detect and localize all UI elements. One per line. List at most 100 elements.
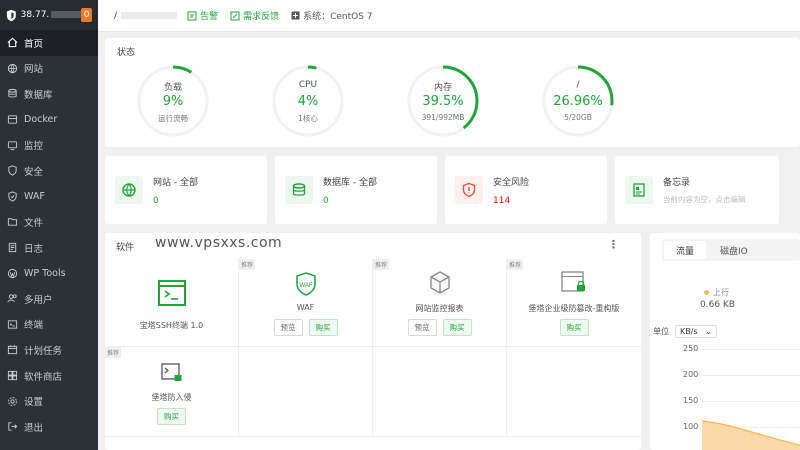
software-waf-buttons: 预览 购买 [239,319,372,336]
software-item-intrusion[interactable]: 推荐 堡塔防入侵 购买 [105,347,239,437]
recommend-tag: 推荐 [373,259,390,270]
software-item-monitor-report[interactable]: 推荐 网站监控报表 预览 购买 [373,259,507,347]
unit-row: 单位 KB/s ⌄ [653,325,717,338]
software-tamper-buttons: 购买 [507,319,641,336]
sidebar-item-wptools[interactable]: WP Tools [0,260,98,286]
notice-icon [187,11,197,20]
window-lock-icon [561,271,585,292]
sidebar-item-label: 终端 [24,320,44,332]
y-tick: 250 [683,344,699,353]
sidebar-item-monitor[interactable]: 监控 [0,132,98,158]
sidebar-item-logout[interactable]: 退出 [0,414,98,440]
tab-disk-io[interactable]: 磁盘IO [708,239,760,261]
gauge-cpu[interactable]: CPU 4% 1核心 [271,64,345,138]
notification-badge[interactable]: 0 [81,8,92,22]
card-security-icon-box [455,176,483,204]
shield-icon [7,165,18,176]
sidebar-item-label: WAF [24,190,45,202]
system-label: 系统：CentOS 7 [303,12,373,22]
sidebar-item-terminal[interactable]: 终端 [0,312,98,338]
calendar-icon [7,344,18,355]
gauge-memory[interactable]: 内存 39.5% 391/992MB [406,64,480,138]
unit-select[interactable]: KB/s ⌄ [675,325,717,338]
terminal-icon [157,280,186,306]
recommend-tag: 推荐 [105,347,122,358]
gauge-disk[interactable]: / 26.96% 5/20GB [541,64,615,138]
software-ssh-name: 宝塔SSH终端 1.0 [139,321,204,330]
card-websites-value: 0 [153,195,159,206]
software-item-ssh[interactable]: 宝塔SSH终端 1.0 [105,259,239,347]
card-memo-title: 备忘录 [663,178,691,188]
sidebar-item-settings[interactable]: 设置 [0,388,98,414]
sidebar-item-users[interactable]: 多用户 [0,286,98,312]
grid-line [702,375,800,376]
upload-label: 上行 [713,288,729,297]
gauge-disk-name: / [576,80,580,90]
notice-link[interactable]: 告警 [187,9,218,22]
sidebar-item-label: WP Tools [24,267,66,279]
server-ip-text: 38.77. [20,10,50,20]
sidebar-item-docker[interactable]: Docker [0,107,98,133]
upload-value: 0.66 KB [700,300,735,310]
logout-icon [7,421,18,432]
buy-button[interactable]: 购买 [442,319,472,336]
traffic-tabs: 流量 磁盘IO [662,239,800,261]
sidebar-item-website[interactable]: 网站 [0,56,98,82]
card-security-risk[interactable]: 安全风险 114 [445,156,607,224]
software-tamper-name: 堡塔企业级防篡改-重构版 [528,304,620,313]
software-monitor-name: 网站监控报表 [415,304,464,313]
buy-button[interactable]: 购买 [559,319,589,336]
sidebar-item-database[interactable]: 数据库 [0,81,98,107]
card-memo-icon-box [625,176,653,204]
card-databases[interactable]: 数据库 - 全部 0 [275,156,437,224]
preview-button[interactable]: 预览 [407,319,437,336]
chevron-down-icon: ⌄ [705,327,712,336]
grid-line [702,349,800,350]
sidebar-item-store[interactable]: 软件商店 [0,363,98,389]
sidebar-item-label: 设置 [24,397,44,409]
software-item-tamper[interactable]: 推荐 堡塔企业级防篡改-重构版 购买 [507,259,641,347]
sidebar-item-label: 退出 [24,422,44,434]
sidebar-item-label: 安全 [24,166,44,178]
card-websites[interactable]: 网站 - 全部 0 [105,156,267,224]
software-panel: 软件 www.vpsxxs.com ⋮ 宝塔SSH终端 1.0 推荐 WAF W… [105,233,641,450]
sidebar-item-cron[interactable]: 计划任务 [0,337,98,363]
system-info: 系统：CentOS 7 [291,9,373,22]
shield-alert-icon [462,182,476,198]
preview-button[interactable]: 预览 [273,319,303,336]
globe-icon [7,63,18,74]
gauge-memory-value: 39.5% [422,94,464,109]
server-header[interactable]: 38.77. 0 [0,0,98,30]
sidebar-item-home[interactable]: 首页 [0,30,98,56]
traffic-panel: 流量 磁盘IO 上行 0.66 KB 单位 KB/s ⌄ 250 200 150 … [650,233,800,450]
gauge-load[interactable]: 负载 9% 运行流畅 [136,64,210,138]
memo-icon [633,183,645,197]
sidebar-item-waf[interactable]: WAF [0,184,98,210]
waf-shield-icon: WAF [295,272,316,296]
sidebar-item-label: 首页 [24,38,44,50]
gauge-memory-sub: 391/992MB [421,113,465,122]
sidebar-item-label: 多用户 [24,294,53,306]
card-memo[interactable]: 备忘录当前内容为空，点击编辑 [615,156,779,224]
software-item-waf[interactable]: 推荐 WAF WAF 预览 购买 [239,259,373,347]
sidebar-item-logs[interactable]: 日志 [0,235,98,261]
traffic-area [702,420,800,450]
database-icon [7,88,18,99]
user-mask [121,12,178,19]
sidebar-item-security[interactable]: 安全 [0,158,98,184]
buy-button[interactable]: 购买 [157,408,186,425]
unit-value: KB/s [680,327,698,336]
buy-button[interactable]: 购买 [308,319,338,336]
card-memo-placeholder: 当前内容为空，点击编辑 [663,195,746,204]
card-security-title: 安全风险 [493,177,530,188]
feedback-link[interactable]: 需求反馈 [230,9,279,22]
recommend-tag: 推荐 [507,259,524,270]
sidebar-item-files[interactable]: 文件 [0,209,98,235]
gauge-cpu-sub: 1核心 [298,114,318,123]
gauge-load-name: 负载 [163,83,182,93]
more-icon[interactable]: ⋮ [608,238,619,251]
y-tick: 100 [683,422,699,431]
terminal-lock-icon [160,363,181,381]
upload-dot [704,290,709,295]
tab-traffic[interactable]: 流量 [664,241,707,259]
